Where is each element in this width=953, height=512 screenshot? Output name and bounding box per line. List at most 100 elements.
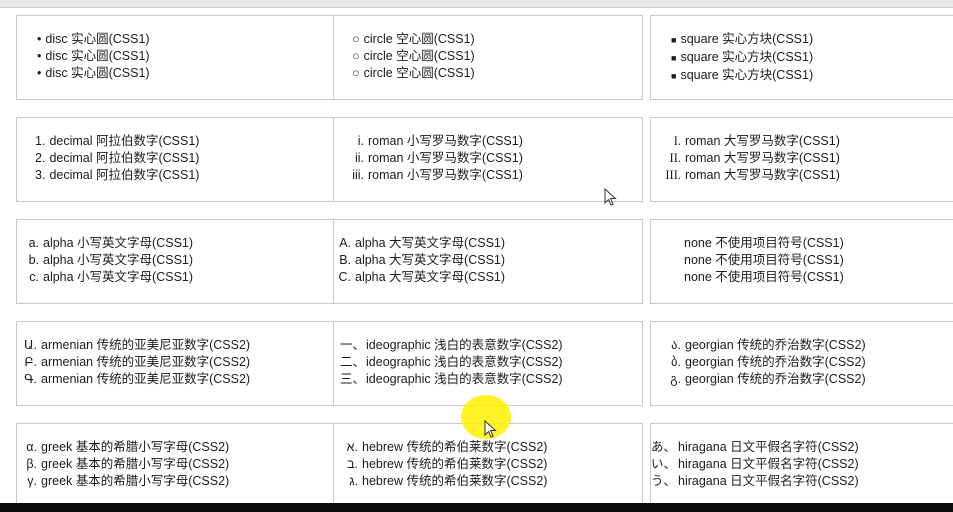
list-hebrew: א. hebrew 传统的希伯莱数字(CSS2) ב. hebrew 传统的希伯莱数… (334, 439, 642, 490)
upper-roman-marker: III. (665, 168, 681, 182)
mouse-pointer-icon (484, 420, 497, 438)
list-item: 一、ideographic 浅白的表意数字(CSS2) (340, 338, 563, 352)
list-item: A. alpha 大写英文字母(CSS1) (339, 236, 506, 250)
mouse-pointer-icon (604, 188, 617, 206)
list-square: ■ square 实心方块(CSS1) ■ square 实心方块(CSS1) ■ s… (651, 31, 953, 85)
list-item: • disc 实心圆(CSS1) (37, 66, 150, 80)
list-ideographic: 一、ideographic 浅白的表意数字(CSS2) 二、ideographi… (334, 337, 642, 388)
cell-greek: α. greek 基本的希腊小写字母(CSS2) β. greek 基本的希腊小写字… (16, 423, 354, 508)
list-item: none 不使用项目符号(CSS1) (684, 236, 844, 250)
lower-roman-marker: i. (357, 134, 364, 148)
list-upper-alpha: A. alpha 大写英文字母(CSS1) B. alpha 大写英文字母(CSS1… (334, 235, 642, 286)
cell-circle: ○ circle 空心圆(CSS1) ○ circle 空心圆(CSS1) ○ cir… (333, 15, 643, 100)
list-item: • disc 实心圆(CSS1) (37, 49, 150, 63)
greek-marker: β. (26, 457, 37, 471)
hiragana-marker: あ、 (651, 440, 677, 454)
list-item: ○ circle 空心圆(CSS1) (352, 32, 475, 46)
list-item: γ. greek 基本的希腊小写字母(CSS2) (17, 473, 353, 490)
list-item: ○ circle 空心圆(CSS1) (352, 49, 475, 63)
list-item: Ա. armenian 传统的亚美尼亚数字(CSS2) (17, 337, 353, 354)
list-item: ბ. georgian 传统的乔治数字(CSS2) (651, 354, 953, 371)
upper-alpha-marker: A. (339, 236, 351, 250)
list-item: 二、ideographic 浅白的表意数字(CSS2) (340, 355, 563, 369)
list-item: ■ square 实心方块(CSS1) (651, 49, 953, 67)
list-greek: α. greek 基本的希腊小写字母(CSS2) β. greek 基本的希腊小写字… (17, 439, 353, 490)
list-disc: • disc 实心圆(CSS1) • disc 实心圆(CSS1) • disc 实心… (17, 31, 353, 82)
list-upper-roman: I. roman 大写罗马数字(CSS1) II. roman 大写罗马数字(CSS… (651, 133, 953, 184)
square-marker: ■ (671, 71, 677, 81)
list-item: II. roman 大写罗马数字(CSS1) (651, 150, 953, 167)
square-marker: ■ (671, 53, 677, 63)
cell-square: ■ square 实心方块(CSS1) ■ square 实心方块(CSS1) ■ s… (650, 15, 953, 100)
list-item: I. roman 大写罗马数字(CSS1) (651, 133, 953, 150)
list-item: გ. georgian 传统的乔治数字(CSS2) (651, 371, 953, 388)
list-item: C. alpha 大写英文字母(CSS1) (338, 270, 506, 284)
bullet-marker: • (37, 32, 42, 46)
list-item: B. alpha 大写英文字母(CSS1) (339, 253, 506, 267)
list-decimal: 1. decimal 阿拉伯数字(CSS1) 2. decimal 阿拉伯数字(CS… (17, 133, 353, 184)
lower-alpha-marker: b. (28, 253, 39, 267)
ideographic-marker: 三、 (340, 372, 366, 386)
decimal-marker: 1. (35, 134, 46, 148)
greek-marker: γ. (27, 474, 37, 488)
list-item: い、 hiragana 日文平假名字符(CSS2) (651, 457, 859, 471)
list-georgian: ა. georgian 传统的乔治数字(CSS2) ბ. georgian 传统的乔… (651, 337, 953, 388)
armenian-marker: Գ. (24, 372, 37, 386)
ideographic-marker: 一、 (340, 338, 366, 352)
list-item: ■ square 实心方块(CSS1) (651, 31, 953, 49)
georgian-marker: ა. (671, 338, 681, 352)
cell-ideographic: 一、ideographic 浅白的表意数字(CSS2) 二、ideographi… (333, 321, 643, 406)
square-marker: ■ (671, 35, 677, 45)
bullet-marker: • (37, 49, 42, 63)
list-item: b. alpha 小写英文字母(CSS1) (17, 252, 353, 269)
list-item: א. hebrew 传统的希伯莱数字(CSS2) (334, 439, 642, 456)
list-item: none 不使用项目符号(CSS1) (684, 253, 844, 267)
ideographic-marker: 二、 (340, 355, 366, 369)
list-item: ב. hebrew 传统的希伯莱数字(CSS2) (334, 456, 642, 473)
cell-upper-roman: I. roman 大写罗马数字(CSS1) II. roman 大写罗马数字(CSS… (650, 117, 953, 202)
list-item: Բ. armenian 传统的亚美尼亚数字(CSS2) (17, 354, 353, 371)
list-lower-alpha: a. alpha 小写英文字母(CSS1) b. alpha 小写英文字母(CSS1… (17, 235, 353, 286)
list-item: ג. hebrew 传统的希伯莱数字(CSS2) (334, 473, 642, 490)
cell-disc: • disc 实心圆(CSS1) • disc 实心圆(CSS1) • disc 实心… (16, 15, 354, 100)
cell-decimal: 1. decimal 阿拉伯数字(CSS1) 2. decimal 阿拉伯数字(CS… (16, 117, 354, 202)
decimal-marker: 2. (35, 151, 46, 165)
cell-lower-alpha: a. alpha 小写英文字母(CSS1) b. alpha 小写英文字母(CSS1… (16, 219, 354, 304)
hiragana-marker: い、 (651, 457, 677, 471)
lower-alpha-marker: a. (28, 236, 39, 250)
upper-alpha-marker: B. (339, 253, 351, 267)
lower-alpha-marker: c. (29, 270, 39, 284)
list-item: α. greek 基本的希腊小写字母(CSS2) (17, 439, 353, 456)
hebrew-marker: ג. (349, 474, 358, 488)
cell-upper-alpha: A. alpha 大写英文字母(CSS1) B. alpha 大写英文字母(CSS1… (333, 219, 643, 304)
list-item: あ、 hiragana 日文平假名字符(CSS2) (651, 440, 859, 454)
lower-roman-marker: ii. (354, 151, 364, 165)
list-item: β. greek 基本的希腊小写字母(CSS2) (17, 456, 353, 473)
circle-marker: ○ (352, 32, 360, 46)
armenian-marker: Ա. (23, 338, 37, 352)
list-item: ა. georgian 传统的乔治数字(CSS2) (651, 337, 953, 354)
list-item: Գ. armenian 传统的亚美尼亚数字(CSS2) (17, 371, 353, 388)
list-item: ○ circle 空心圆(CSS1) (352, 66, 475, 80)
circle-marker: ○ (352, 49, 360, 63)
bullet-marker: • (37, 66, 42, 80)
list-item: • disc 实心圆(CSS1) (37, 32, 150, 46)
cell-none: none 不使用项目符号(CSS1) none 不使用项目符号(CSS1) no… (650, 219, 953, 304)
list-hiragana: あ、 hiragana 日文平假名字符(CSS2) い、 hiragana 日文平假… (651, 439, 953, 490)
upper-roman-marker: I. (673, 134, 681, 148)
list-item: III. roman 大写罗马数字(CSS1) (651, 167, 953, 184)
list-item: う、 hiragana 日文平假名字符(CSS2) (651, 474, 859, 488)
list-item: c. alpha 小写英文字母(CSS1) (17, 269, 353, 286)
list-item: ii. roman 小写罗马数字(CSS1) (334, 150, 642, 167)
upper-alpha-marker: C. (338, 270, 352, 284)
hiragana-marker: う、 (651, 474, 677, 488)
lower-roman-marker: iii. (352, 168, 364, 182)
hebrew-marker: א. (346, 440, 358, 454)
list-none: none 不使用项目符号(CSS1) none 不使用项目符号(CSS1) no… (651, 235, 953, 286)
georgian-marker: ბ. (671, 355, 681, 369)
taskbar-edge (0, 503, 953, 512)
list-armenian: Ա. armenian 传统的亚美尼亚数字(CSS2) Բ. armenian 传统… (17, 337, 353, 388)
list-circle: ○ circle 空心圆(CSS1) ○ circle 空心圆(CSS1) ○ cir… (334, 31, 642, 82)
decimal-marker: 3. (35, 168, 46, 182)
armenian-marker: Բ. (24, 355, 37, 369)
